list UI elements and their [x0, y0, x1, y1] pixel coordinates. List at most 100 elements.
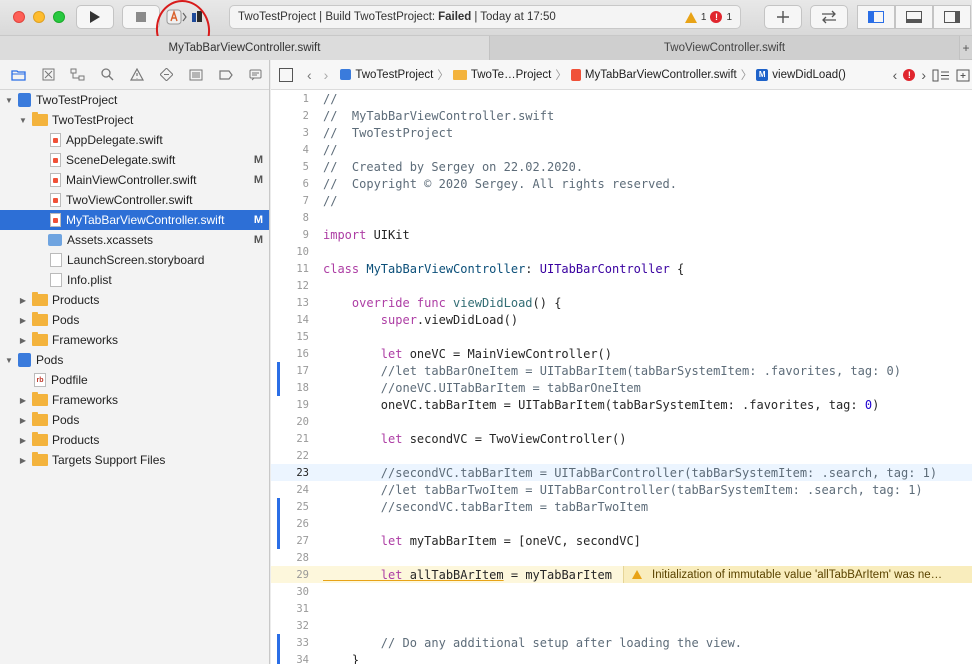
tree-item-project[interactable]: ▼ TwoTestProject	[0, 90, 269, 110]
code-text: )	[872, 397, 880, 412]
keyword: import	[323, 227, 367, 242]
folder-icon[interactable]	[5, 63, 33, 87]
run-button[interactable]	[76, 5, 114, 29]
report-icon[interactable]	[242, 63, 270, 87]
folder-icon	[32, 292, 48, 306]
tree-item-label: Pods	[36, 353, 64, 367]
related-items-icon[interactable]	[279, 67, 293, 82]
tree-item-file[interactable]: Assets.xcassets M	[0, 230, 269, 250]
expanded-disclosure-icon[interactable]: ▼	[4, 356, 14, 365]
code-line: 2 // MyTabBarViewController.swift	[271, 107, 972, 124]
collapsed-disclosure-icon[interactable]: ▶	[18, 316, 28, 325]
zoom-window-button[interactable]	[53, 11, 65, 23]
code-text: }	[323, 652, 360, 664]
code-text: //let tabBarTwoItem = UITabBarController…	[323, 482, 923, 497]
ruby-file-icon: rb	[34, 373, 46, 387]
tree-item-file[interactable]: SceneDelegate.swift M	[0, 150, 269, 170]
debug-icon[interactable]	[182, 63, 210, 87]
collapsed-disclosure-icon[interactable]: ▶	[18, 436, 28, 445]
new-tab-button[interactable]: +	[960, 36, 972, 59]
tree-item-group[interactable]: ▼ TwoTestProject	[0, 110, 269, 130]
code-text: UIKit	[366, 227, 410, 242]
tree-item-label: MainViewController.swift	[66, 173, 197, 187]
next-issue-icon[interactable]: ›	[921, 67, 926, 83]
tree-item-file[interactable]: LaunchScreen.storyboard	[0, 250, 269, 270]
tests-icon[interactable]	[153, 63, 181, 87]
collapsed-disclosure-icon[interactable]: ▶	[18, 336, 28, 345]
navigator-toggle-button[interactable]	[857, 5, 895, 29]
tree-item-file[interactable]: rb Podfile	[0, 370, 269, 390]
library-button[interactable]	[764, 5, 802, 29]
inspector-toggle-button[interactable]	[933, 5, 971, 29]
tree-item-group[interactable]: ▶ Frameworks	[0, 330, 269, 350]
tree-item-file-selected[interactable]: MyTabBarViewController.swift M	[0, 210, 269, 230]
tab-twoviewcontroller[interactable]: TwoViewController.swift	[490, 36, 960, 60]
tree-item-file[interactable]: Info.plist	[0, 270, 269, 290]
collapsed-disclosure-icon[interactable]: ▶	[18, 296, 28, 305]
editor-options-icon[interactable]	[932, 69, 950, 82]
back-arrow-icon[interactable]: ‹	[307, 67, 312, 83]
issues-icon[interactable]	[123, 63, 151, 87]
tree-item-label: TwoTestProject	[52, 113, 134, 127]
tree-item-group[interactable]: ▶ Targets Support Files	[0, 450, 269, 470]
code-area[interactable]: 1 // 2 // MyTabBarViewController.swift 3 //…	[271, 90, 972, 664]
breadcrumb-separator-icon: 〉	[740, 69, 753, 82]
expanded-disclosure-icon[interactable]: ▼	[18, 116, 28, 125]
minimize-window-button[interactable]	[33, 11, 45, 23]
code-text: //oneVC.UITabBarItem = tabBarOneItem	[323, 380, 641, 395]
code-line: 11 class MyTabBarViewController: UITabBar…	[271, 260, 972, 277]
xcode-project-icon	[340, 69, 352, 80]
line-number: 4	[302, 143, 309, 156]
code-review-button[interactable]	[810, 5, 848, 29]
tree-item-group[interactable]: ▶ Frameworks	[0, 390, 269, 410]
code-line: 30	[271, 583, 972, 600]
issue-counts[interactable]: 1 ! 1	[684, 11, 732, 23]
code-line: 15	[271, 328, 972, 345]
close-window-button[interactable]	[13, 11, 25, 23]
collapsed-disclosure-icon[interactable]: ▶	[18, 396, 28, 405]
debug-area-toggle-button[interactable]	[895, 5, 933, 29]
code-line: 9 import UIKit	[271, 226, 972, 243]
breadcrumb-label: viewDidLoad()	[772, 68, 846, 81]
source-editor: ‹ › TwoTestProject 〉 TwoTe…Project 〉 MyT…	[271, 60, 972, 664]
breakpoints-icon[interactable]	[212, 63, 240, 87]
tab-mytabbarviewcontroller[interactable]: MyTabBarViewController.swift	[0, 36, 490, 60]
collapsed-disclosure-icon[interactable]: ▶	[18, 456, 28, 465]
forward-arrow-icon[interactable]: ›	[324, 67, 329, 83]
code-line: 24 //let tabBarTwoItem = UITabBarControl…	[271, 481, 972, 498]
xcode-project-icon	[18, 353, 31, 367]
tree-item-label: Products	[52, 433, 100, 447]
tree-item-project[interactable]: ▼ Pods	[0, 350, 269, 370]
line-number: 20	[296, 415, 309, 428]
code-line-current: 23 //secondVC.tabBarItem = UITabBarContr…	[271, 464, 972, 481]
keyword: let	[323, 567, 403, 582]
keyword: override	[323, 295, 410, 310]
source-control-icon[interactable]	[35, 63, 63, 87]
expanded-disclosure-icon[interactable]: ▼	[4, 96, 14, 105]
find-icon[interactable]	[94, 63, 122, 87]
tree-item-group[interactable]: ▶ Products	[0, 290, 269, 310]
tree-item-file[interactable]: AppDelegate.swift	[0, 130, 269, 150]
project-navigator: ▼ TwoTestProject ▼ TwoTestProject AppDel…	[0, 60, 270, 664]
tree-item-label: MyTabBarViewController.swift	[66, 213, 225, 227]
stop-button[interactable]	[122, 5, 160, 29]
tree-item-file[interactable]: TwoViewController.swift	[0, 190, 269, 210]
right-panel-icon	[944, 11, 960, 23]
tree-item-group[interactable]: ▶ Pods	[0, 310, 269, 330]
tree-item-file[interactable]: MainViewController.swift M	[0, 170, 269, 190]
symbol-hierarchy-icon[interactable]	[64, 63, 92, 87]
plist-file-icon	[50, 273, 62, 287]
breadcrumb-project[interactable]: TwoTestProject	[340, 69, 433, 81]
code-line: 32	[271, 617, 972, 634]
add-editor-icon[interactable]	[956, 69, 970, 82]
inline-warning-annotation[interactable]: Initialization of immutable value 'allTa…	[623, 566, 972, 583]
breadcrumb-symbol[interactable]: M viewDidLoad()	[756, 68, 846, 81]
breadcrumb-group[interactable]: TwoTe…Project	[452, 69, 551, 81]
tree-item-group[interactable]: ▶ Pods	[0, 410, 269, 430]
tree-item-group[interactable]: ▶ Products	[0, 430, 269, 450]
collapsed-disclosure-icon[interactable]: ▶	[18, 416, 28, 425]
previous-issue-icon[interactable]: ‹	[893, 67, 898, 83]
breadcrumb-file[interactable]: MyTabBarViewController.swift	[570, 68, 737, 81]
line-number: 12	[296, 279, 309, 292]
error-icon[interactable]: !	[903, 69, 916, 81]
